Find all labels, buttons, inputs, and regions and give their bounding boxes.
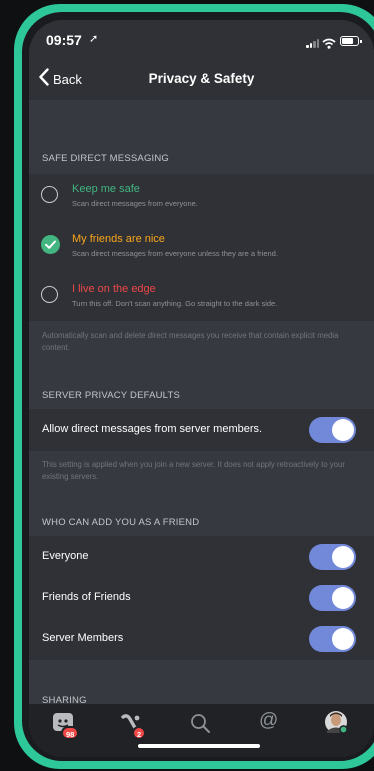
page-title: Privacy & Safety <box>148 71 255 86</box>
radio-selected-check-icon <box>41 235 60 254</box>
friends-of-friends-toggle[interactable] <box>309 585 356 611</box>
toggle-label: Everyone <box>42 550 89 562</box>
tab-home[interactable]: 98 <box>51 710 80 740</box>
friend-requests-group: Everyone Friends of Friends Server Membe… <box>29 536 374 660</box>
radio-unselected-icon <box>41 186 58 203</box>
toggle-row-allow-dm[interactable]: Allow direct messages from server member… <box>29 410 374 450</box>
radio-option-live-on-edge[interactable]: I live on the edge Turn this off. Don't … <box>29 274 374 322</box>
tab-profile[interactable] <box>323 710 351 738</box>
at-icon: @ <box>259 710 279 731</box>
safe-dm-group: Keep me safe Scan direct messages from e… <box>29 174 374 321</box>
radio-unselected-icon <box>41 286 58 303</box>
server-privacy-helper-text: This setting is applied when you join a … <box>42 460 345 481</box>
toggle-knob <box>332 587 354 609</box>
home-badge: 98 <box>61 726 80 740</box>
signal-icon <box>306 38 320 48</box>
tab-bar: 98 2 @ <box>29 704 374 757</box>
section-header-safe-dm: SAFE DIRECT MESSAGING <box>42 153 170 164</box>
option-title: Keep me safe <box>72 183 140 195</box>
option-title: I live on the edge <box>72 283 156 295</box>
radio-option-friends-nice[interactable]: My friends are nice Scan direct messages… <box>29 224 374 272</box>
screen: 09:57 ➚ Back Privacy & Safety SAFE DIREC… <box>29 20 374 757</box>
tab-mentions[interactable]: @ <box>255 710 283 738</box>
toggle-row-friends-of-friends[interactable]: Friends of Friends <box>29 578 374 618</box>
location-arrow-icon: ➚ <box>89 33 99 45</box>
section-header-server-privacy: SERVER PRIVACY DEFAULTS <box>42 390 180 401</box>
friends-badge: 2 <box>132 726 147 740</box>
toggle-label: Server Members <box>42 632 124 644</box>
settings-content[interactable]: SAFE DIRECT MESSAGING Keep me safe Scan … <box>29 100 374 704</box>
toggle-knob <box>332 546 354 568</box>
toggle-knob <box>332 419 354 441</box>
radio-option-keep-me-safe[interactable]: Keep me safe Scan direct messages from e… <box>29 174 374 222</box>
home-indicator <box>138 744 260 748</box>
allow-dm-toggle[interactable] <box>309 417 356 443</box>
toggle-row-everyone[interactable]: Everyone <box>29 537 374 577</box>
section-header-friend-requests: WHO CAN ADD YOU AS A FRIEND <box>42 517 200 528</box>
toggle-label: Allow direct messages from server member… <box>42 423 263 435</box>
tab-search[interactable] <box>187 710 215 738</box>
wifi-icon <box>322 36 336 54</box>
safe-dm-helper-text: Automatically scan and delete direct mes… <box>42 331 339 352</box>
nav-bar: Back Privacy & Safety <box>29 58 374 100</box>
server-members-toggle[interactable] <box>309 626 356 652</box>
toggle-label: Friends of Friends <box>42 591 131 603</box>
status-bar: 09:57 ➚ <box>29 20 374 58</box>
tab-friends[interactable]: 2 <box>119 710 147 740</box>
toggle-knob <box>332 628 354 650</box>
option-description: Turn this off. Don't scan anything. Go s… <box>72 299 278 308</box>
battery-icon <box>340 36 362 46</box>
server-privacy-group: Allow direct messages from server member… <box>29 409 374 451</box>
status-time: 09:57 <box>46 32 82 48</box>
option-title: My friends are nice <box>72 233 165 245</box>
option-description: Scan direct messages from everyone unles… <box>72 249 278 258</box>
option-description: Scan direct messages from everyone. <box>72 199 198 208</box>
toggle-row-server-members[interactable]: Server Members <box>29 619 374 659</box>
everyone-toggle[interactable] <box>309 544 356 570</box>
section-header-sharing: SHARING <box>42 695 87 704</box>
